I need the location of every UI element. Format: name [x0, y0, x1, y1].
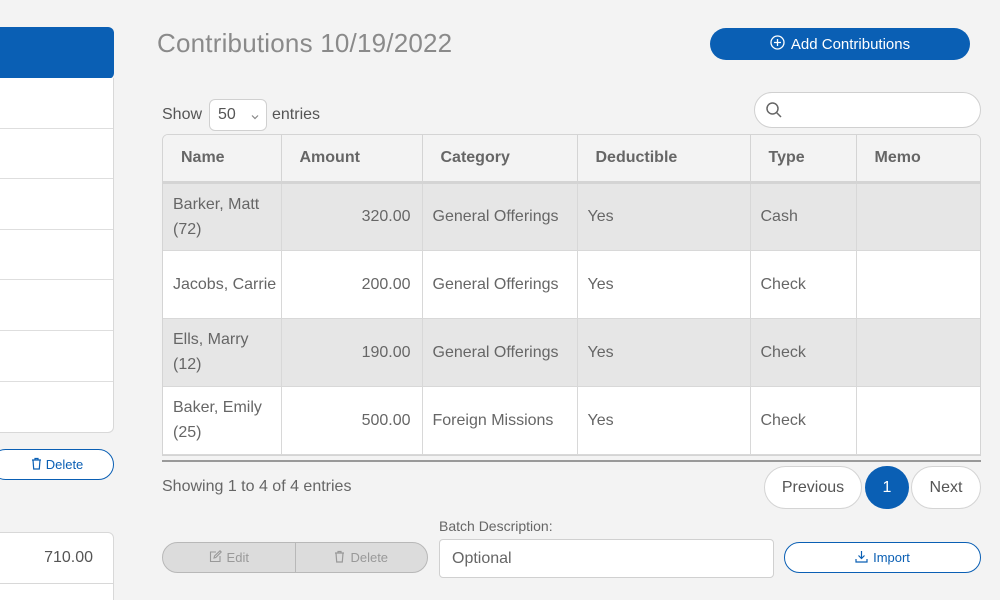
table-row[interactable]: Ells, Marry (12) 190.00 General Offering…: [163, 318, 980, 387]
trash-icon: [334, 550, 345, 566]
cell-type: Check: [750, 250, 857, 319]
cell-type: Check: [750, 318, 857, 387]
table-row[interactable]: Baker, Emily (25) 500.00 Foreign Mission…: [163, 386, 980, 455]
previous-page-button[interactable]: Previous: [764, 466, 862, 509]
column-header-deductible[interactable]: Deductible: [577, 135, 751, 184]
cell-category: General Offerings: [422, 318, 578, 387]
page-title: Contributions 10/19/2022: [157, 28, 453, 58]
cell-type: Check: [750, 386, 857, 455]
column-header-memo[interactable]: Memo: [856, 135, 980, 184]
add-contributions-label: Add Contributions: [790, 35, 911, 53]
table-header-row: Name Amount Category Deductible Type Mem…: [163, 135, 980, 184]
cell-memo: [856, 182, 980, 251]
cell-memo: [856, 318, 980, 387]
batch-delete-button[interactable]: Delete: [0, 449, 114, 480]
column-header-amount[interactable]: Amount: [281, 135, 423, 184]
cell-name: Baker, Emily (25): [163, 386, 282, 455]
entries-label: entries: [272, 106, 321, 123]
search-box[interactable]: [754, 92, 981, 128]
cell-deductible: Yes: [577, 318, 751, 387]
table-row[interactable]: Jacobs, Carrie 200.00 General Offerings …: [163, 250, 980, 319]
add-contributions-button[interactable]: Add Contributions: [710, 28, 970, 60]
import-label: Import: [873, 550, 910, 565]
cell-amount: 200.00: [281, 250, 423, 319]
batch-list-item[interactable]: [0, 78, 113, 129]
table-bottom-divider: [162, 460, 981, 462]
show-label: Show: [162, 106, 203, 123]
batch-list-item[interactable]: [0, 230, 113, 281]
batch-list-item[interactable]: [0, 382, 113, 433]
batch-total-value: 710.00: [0, 532, 114, 584]
import-button[interactable]: Import: [784, 542, 981, 573]
edit-label: Edit: [226, 550, 249, 565]
cell-type: Cash: [750, 182, 857, 251]
cell-amount: 500.00: [281, 386, 423, 455]
batch-list-item[interactable]: [0, 331, 113, 382]
column-header-category[interactable]: Category: [422, 135, 578, 184]
cell-amount: 190.00: [281, 318, 423, 387]
next-page-button[interactable]: Next: [911, 466, 981, 509]
cell-category: General Offerings: [422, 182, 578, 251]
table-row[interactable]: Barker, Matt (72) 320.00 General Offerin…: [163, 182, 980, 251]
cell-name: Barker, Matt (72): [163, 182, 282, 251]
cell-category: General Offerings: [422, 250, 578, 319]
column-header-type[interactable]: Type: [750, 135, 857, 184]
chevron-down-icon: [250, 109, 260, 127]
cell-memo: [856, 386, 980, 455]
table-info: Showing 1 to 4 of 4 entries: [162, 478, 352, 495]
column-header-name[interactable]: Name: [163, 135, 282, 184]
cell-name: Jacobs, Carrie: [163, 250, 282, 319]
batch-list-item[interactable]: [0, 280, 113, 331]
plus-circle-icon: [770, 34, 785, 54]
search-input[interactable]: [789, 97, 974, 123]
page-1-button[interactable]: 1: [865, 466, 909, 509]
entries-select-value: 50: [218, 106, 236, 123]
cell-deductible: Yes: [577, 386, 751, 455]
cell-category: Foreign Missions: [422, 386, 578, 455]
cell-amount: 320.00: [281, 182, 423, 251]
batch-delete-label: Delete: [45, 457, 84, 472]
cell-memo: [856, 250, 980, 319]
batch-list-panel: Delete 710.00: [0, 0, 115, 600]
edit-delete-group: Edit Delete: [162, 542, 428, 573]
delete-label: Delete: [350, 550, 389, 565]
batch-list: [0, 78, 114, 433]
entries-select[interactable]: 50: [209, 99, 267, 131]
batch-description-label: Batch Description:: [439, 518, 553, 534]
cell-deductible: Yes: [577, 250, 751, 319]
trash-icon: [31, 457, 42, 473]
cell-deductible: Yes: [577, 182, 751, 251]
delete-button[interactable]: Delete: [294, 543, 428, 572]
contributions-table: Name Amount Category Deductible Type Mem…: [162, 134, 981, 456]
cell-name: Ells, Marry (12): [163, 318, 282, 387]
batch-list-item[interactable]: [0, 129, 113, 180]
batch-list-item[interactable]: [0, 179, 113, 230]
batch-list-header: [0, 27, 114, 79]
edit-icon: [209, 549, 222, 566]
batch-description-input[interactable]: [439, 539, 774, 578]
edit-button[interactable]: Edit: [163, 543, 295, 572]
batch-total-footer: [0, 584, 114, 600]
import-icon: [855, 550, 868, 566]
